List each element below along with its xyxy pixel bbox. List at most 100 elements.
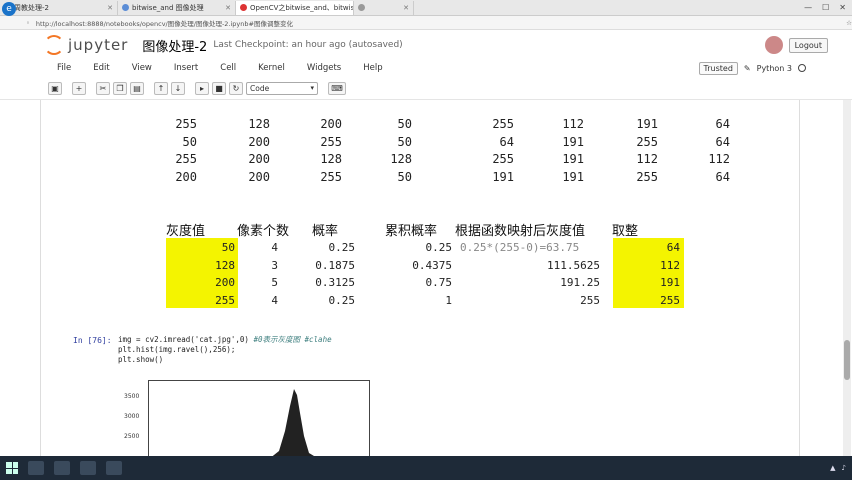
notebook-title[interactable]: 图像处理-2 <box>142 36 207 55</box>
table-cell: 1 <box>445 293 452 307</box>
taskbar-app-icon[interactable] <box>80 461 96 475</box>
matrix-cell: 50 <box>182 134 197 149</box>
matrix-cell: 200 <box>248 169 270 184</box>
start-menu-icon[interactable] <box>6 462 18 474</box>
insert-cell-icon[interactable]: + <box>72 82 86 95</box>
menu-edit[interactable]: Edit <box>93 63 109 73</box>
matrix-cell: 50 <box>397 117 412 131</box>
address-bar[interactable]: ◦ http://localhost:8888/notebooks/opencv… <box>0 16 852 30</box>
matrix-cell: 191 <box>562 152 584 166</box>
browser-tab-1[interactable]: 周教处理-2 ✕ <box>0 0 118 15</box>
minimize-icon[interactable]: — <box>804 3 812 12</box>
menu-view[interactable]: View <box>132 63 152 73</box>
matrix-cell: 255 <box>320 134 342 149</box>
matrix-cell: 255 <box>636 169 658 184</box>
matrix-cell: 255 <box>492 152 514 166</box>
matrix-cell: 112 <box>636 152 658 166</box>
matrix-cell: 191 <box>562 169 584 184</box>
url-text[interactable]: http://localhost:8888/notebooks/opencv/图… <box>36 18 840 28</box>
matrix-cell: 64 <box>715 117 730 131</box>
network-icon[interactable]: ▲ <box>830 464 835 472</box>
browser-tab-2[interactable]: bitwise_and 图像处理 ✕ <box>118 0 236 15</box>
table-cell: 5 <box>271 276 278 289</box>
table-cell: 191.25 <box>560 276 600 289</box>
menu-widgets[interactable]: Widgets <box>307 63 341 73</box>
menu-cell[interactable]: Cell <box>220 63 236 73</box>
matrix-cell: 200 <box>320 117 342 131</box>
paste-icon[interactable]: ▤ <box>130 82 144 95</box>
matrix-cell: 255 <box>636 134 658 149</box>
trusted-badge[interactable]: Trusted <box>698 61 738 75</box>
histogram-svg <box>269 389 319 459</box>
table-cell: 128 <box>215 258 235 272</box>
code-comment: #0表示灰度图 #clahe <box>253 335 332 344</box>
kernel-status-icon <box>798 64 806 72</box>
browser-tab-4[interactable]: ✕ <box>354 0 414 15</box>
maximize-icon[interactable]: ☐ <box>822 3 829 12</box>
page-favicon-icon <box>122 4 129 11</box>
scroll-thumb[interactable] <box>844 340 850 380</box>
matrix-cell: 128 <box>248 117 270 131</box>
os-taskbar: ▲ ♪ <box>0 456 852 480</box>
matrix-cell: 200 <box>248 134 270 149</box>
menu-help[interactable]: Help <box>363 63 382 73</box>
move-up-icon[interactable]: ↑ <box>154 82 168 95</box>
logout-button[interactable]: Logout <box>788 37 828 53</box>
cell-prompt: In [76]: <box>73 336 112 345</box>
interrupt-icon[interactable]: ■ <box>212 82 226 95</box>
browser-tab-bar: 周教处理-2 ✕ bitwise_and 图像处理 ✕ OpenCV之bitwi… <box>0 0 852 16</box>
menu-kernel[interactable]: Kernel <box>258 63 285 73</box>
restart-icon[interactable]: ↻ <box>229 82 243 95</box>
table-header: 取整 <box>612 224 639 239</box>
move-down-icon[interactable]: ↓ <box>171 82 185 95</box>
browser-logo-icon[interactable]: e <box>2 2 16 16</box>
matrix-cell: 255 <box>492 117 514 131</box>
table-header: 灰度值 <box>166 224 206 239</box>
system-tray: ▲ ♪ <box>830 464 852 472</box>
menu-insert[interactable]: Insert <box>174 63 198 73</box>
cell-type-select[interactable]: Code <box>246 82 318 95</box>
command-palette-icon[interactable]: ⌨ <box>328 82 346 95</box>
close-tab-icon[interactable]: ✕ <box>107 4 113 12</box>
taskbar-app-icon[interactable] <box>28 461 44 475</box>
copy-icon[interactable]: ❐ <box>113 82 127 95</box>
tab-label: OpenCV之bitwise_and、bitwis <box>250 3 354 12</box>
jupyter-header: jupyter 图像处理-2 Last Checkpoint: an hour … <box>0 30 852 60</box>
star-icon[interactable]: ☆ <box>846 19 852 27</box>
page-scrollbar[interactable] <box>843 100 851 456</box>
menu-file[interactable]: File <box>57 63 71 73</box>
kernel-name[interactable]: Python 3 <box>757 64 792 73</box>
matrix-cell: 64 <box>499 134 514 149</box>
tab-label: bitwise_and 图像处理 <box>132 3 204 12</box>
table-cell: 4 <box>271 241 278 254</box>
volume-icon[interactable]: ♪ <box>842 464 846 472</box>
table-cell: 255 <box>660 293 680 307</box>
jupyter-logo[interactable]: jupyter <box>44 35 128 55</box>
close-window-icon[interactable]: ✕ <box>839 3 846 12</box>
table-cell: 111.5625 <box>547 258 600 272</box>
close-tab-icon[interactable]: ✕ <box>225 4 231 12</box>
taskbar-app-icon[interactable] <box>54 461 70 475</box>
matrix-cell: 191 <box>492 169 514 184</box>
taskbar-app-icon[interactable] <box>106 461 122 475</box>
matrix-cell: 64 <box>715 134 730 149</box>
matrix-cell: 112 <box>708 152 730 166</box>
window-controls: — ☐ ✕ <box>804 3 852 12</box>
menu-bar: File Edit View Insert Cell Kernel Widget… <box>0 60 852 76</box>
matrix-cell: 200 <box>175 169 197 184</box>
table-cell: 3 <box>271 258 278 272</box>
table-header: 累积概率 <box>385 224 438 239</box>
save-icon[interactable]: ▣ <box>48 82 62 95</box>
edit-pencil-icon[interactable]: ✎ <box>744 64 751 73</box>
run-icon[interactable]: ▸ <box>195 82 209 95</box>
table-cell: 0.75 <box>425 276 453 289</box>
matrix-cell: 255 <box>175 152 197 166</box>
jupyter-logo-icon <box>44 35 64 55</box>
code-cell-input[interactable]: img = cv2.imread('cat.jpg',0) #0表示灰度图 #c… <box>118 335 332 365</box>
browser-tab-3[interactable]: OpenCV之bitwise_and、bitwis ✕ <box>236 0 354 15</box>
cut-icon[interactable]: ✂ <box>96 82 110 95</box>
lock-icon: ◦ <box>26 18 30 27</box>
y-tick-label: 3500 <box>124 393 140 400</box>
close-tab-icon[interactable]: ✕ <box>403 4 409 12</box>
histogram-plot <box>148 380 370 460</box>
